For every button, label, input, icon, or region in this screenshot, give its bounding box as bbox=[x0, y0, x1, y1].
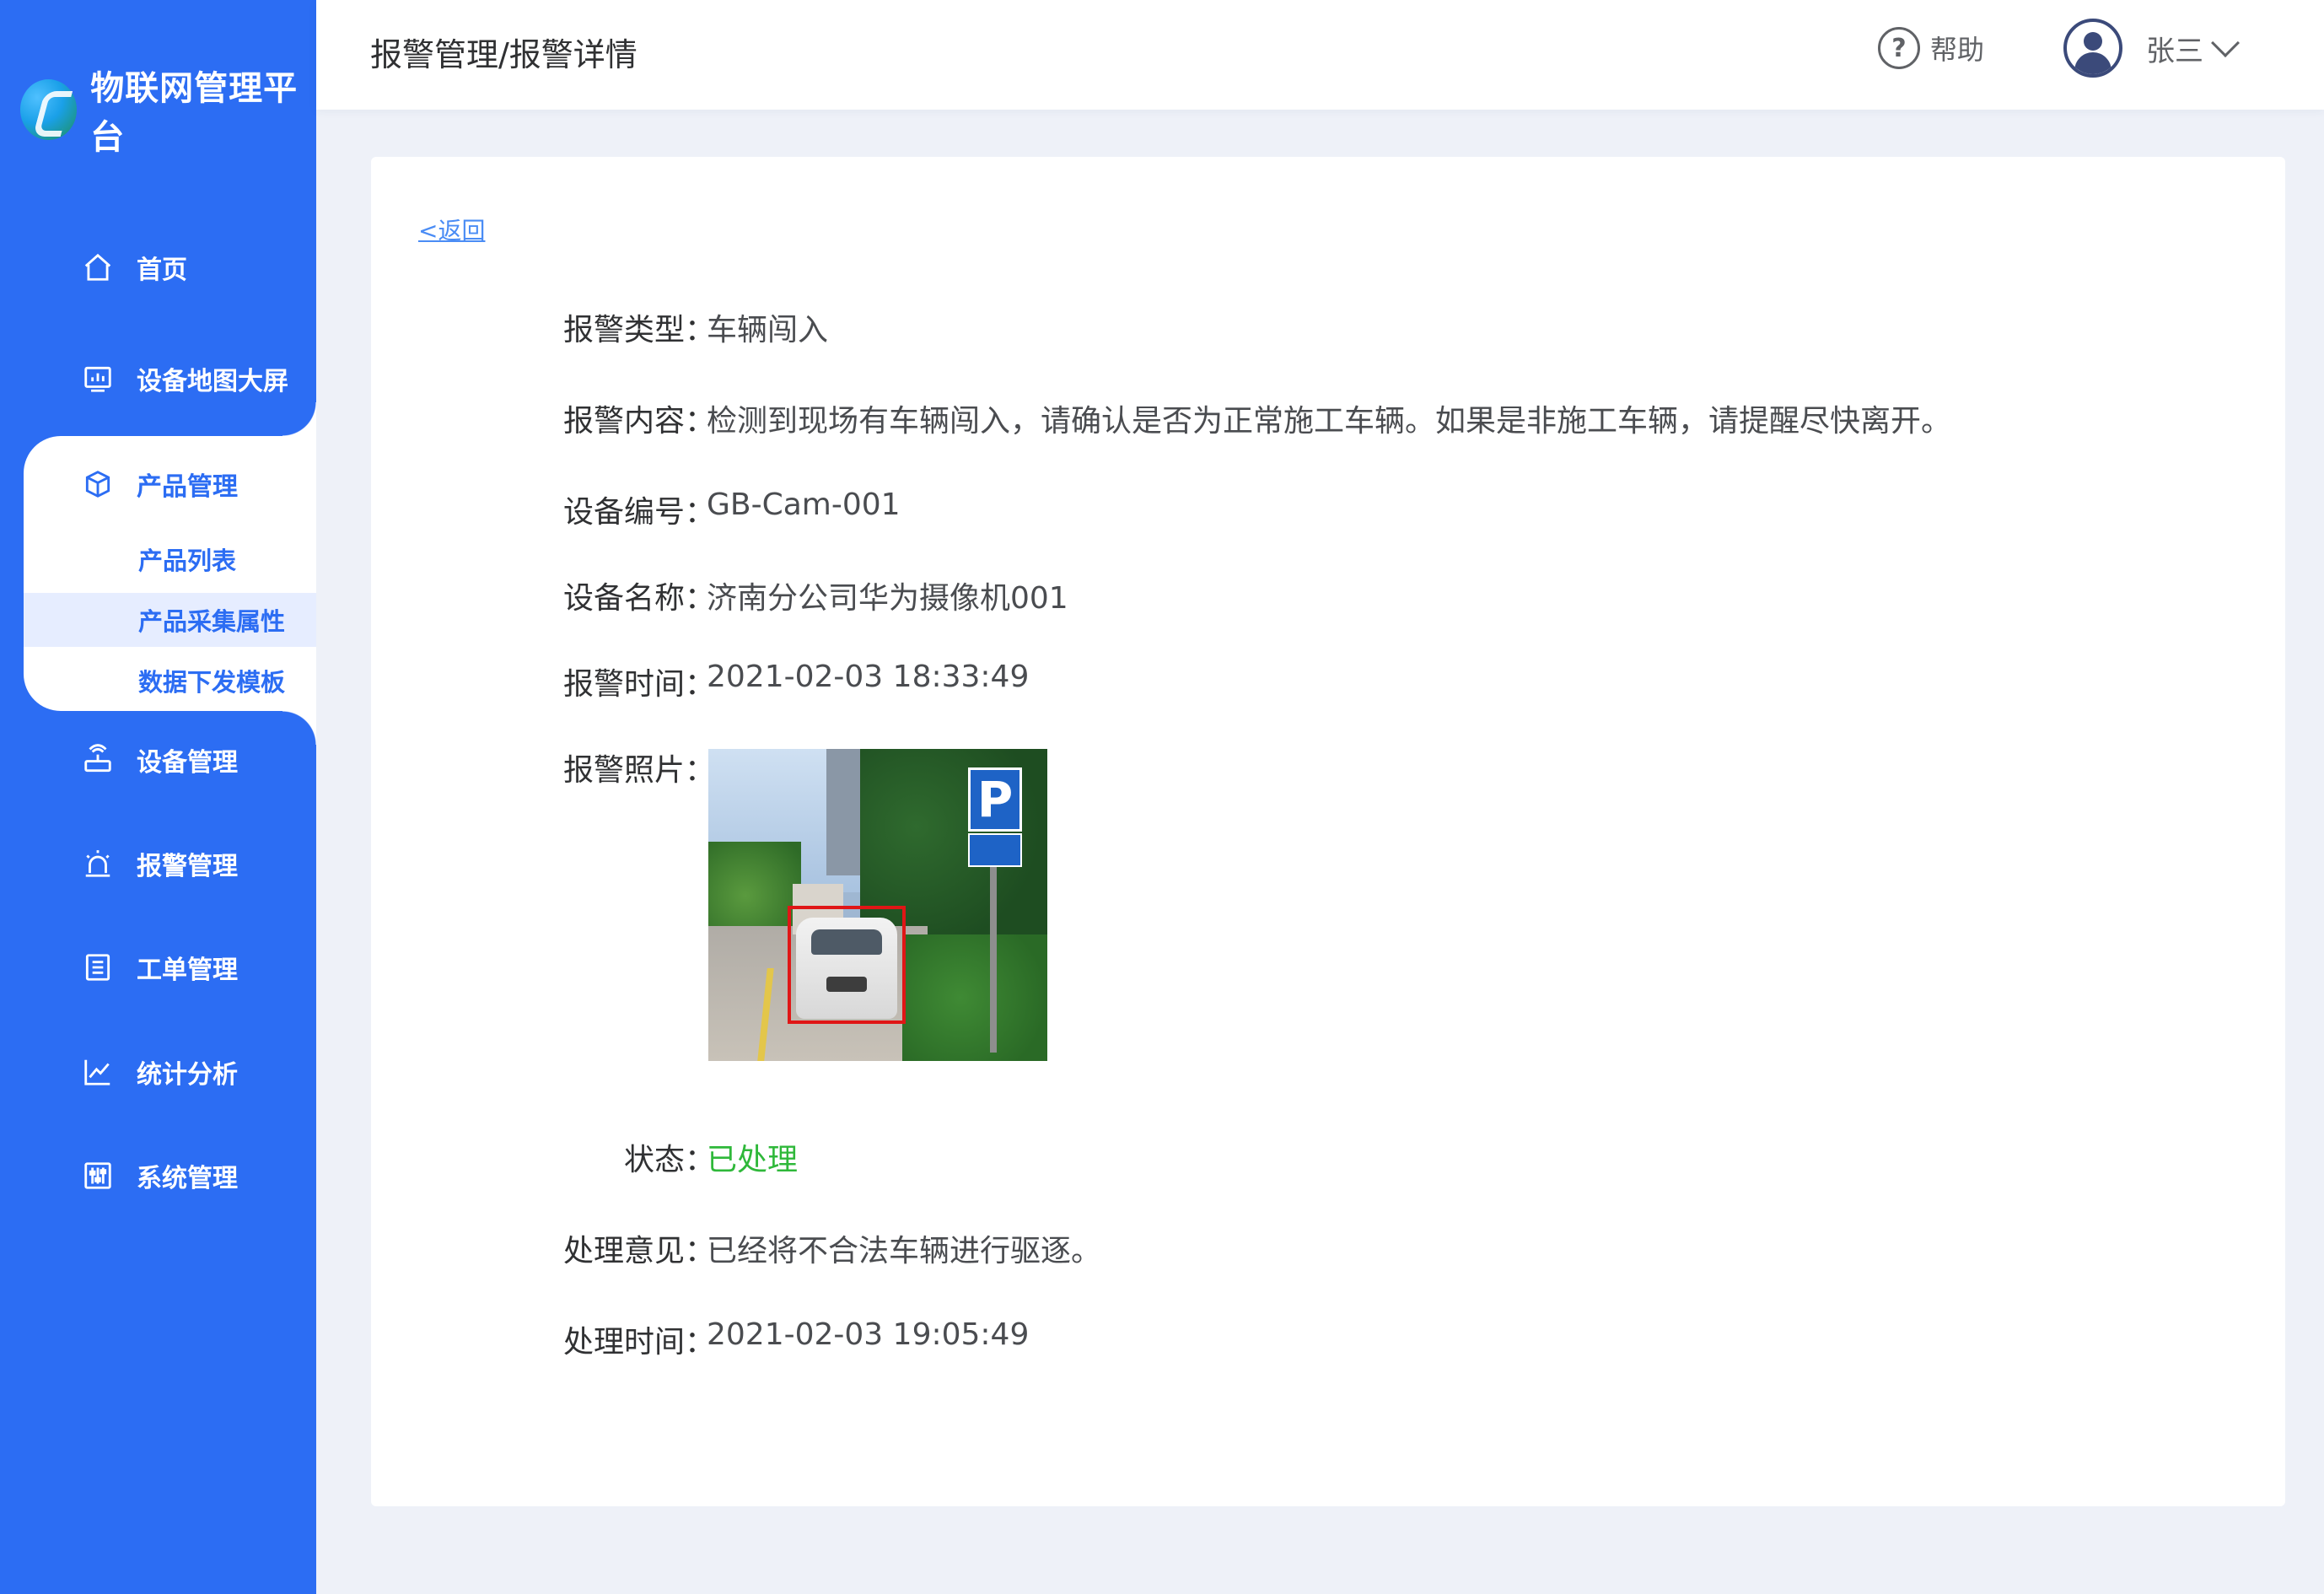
router-icon bbox=[81, 743, 115, 777]
field-colon: ： bbox=[685, 404, 716, 439]
field-handle-opinion: 处理意见 ： 已经将不合法车辆进行驱逐。 bbox=[371, 1226, 1101, 1270]
field-label: 设备名称 bbox=[562, 581, 685, 616]
sidebar-item-device-map[interactable]: 设备地图大屏 bbox=[0, 341, 316, 417]
field-value: 2021-02-03 19:05:49 bbox=[707, 1317, 1030, 1352]
back-link[interactable]: <返回 bbox=[418, 213, 485, 246]
sidebar: 物联网管理平台 首页 设备地图大屏 产品管理 产品列表 产品采集属性 数据下发模… bbox=[0, 0, 316, 1594]
sidebar-item-label: 报警管理 bbox=[137, 852, 238, 881]
sidebar-subitem-data-template[interactable]: 数据下发模板 bbox=[24, 654, 316, 708]
field-label: 报警内容 bbox=[562, 404, 685, 439]
field-colon: ： bbox=[685, 313, 716, 347]
brand[interactable]: 物联网管理平台 bbox=[20, 61, 316, 159]
list-icon bbox=[81, 950, 115, 984]
home-icon bbox=[81, 250, 115, 284]
sidebar-subitem-label: 产品采集属性 bbox=[138, 607, 286, 636]
field-device-id: 设备编号 ： GB-Cam-001 bbox=[371, 487, 901, 531]
sidebar-subitem-label: 数据下发模板 bbox=[138, 668, 286, 697]
sidebar-subitem-product-attributes[interactable]: 产品采集属性 bbox=[24, 593, 316, 647]
field-label: 设备编号 bbox=[562, 495, 685, 530]
field-label: 状态 bbox=[623, 1143, 685, 1177]
sidebar-subitem-product-list[interactable]: 产品列表 bbox=[24, 532, 316, 586]
cube-icon bbox=[81, 467, 115, 501]
sidebar-item-label: 设备管理 bbox=[137, 748, 238, 778]
brand-name: 物联网管理平台 bbox=[90, 69, 299, 157]
alarm-detail-card: <返回 报警类型 ： 车辆闯入 报警内容 ： 检测到现场有车辆闯入，请确认是否为… bbox=[371, 157, 2285, 1506]
sidebar-item-system[interactable]: 系统管理 bbox=[0, 1138, 316, 1214]
sidebar-item-label: 工单管理 bbox=[137, 956, 238, 985]
app-root: 物联网管理平台 首页 设备地图大屏 产品管理 产品列表 产品采集属性 数据下发模… bbox=[0, 0, 2324, 1594]
top-header: 报警管理/报警详情 ? 帮助 张三 bbox=[316, 0, 2324, 110]
field-label: 处理意见 bbox=[562, 1234, 685, 1268]
field-value: 济南分公司华为摄像机001 bbox=[707, 581, 1068, 616]
sidebar-item-label: 首页 bbox=[137, 256, 187, 285]
field-value: GB-Cam-001 bbox=[707, 487, 901, 522]
field-colon: ： bbox=[685, 667, 716, 702]
sliders-icon bbox=[81, 1159, 115, 1193]
sidebar-item-stats[interactable]: 统计分析 bbox=[0, 1034, 316, 1110]
field-value: 检测到现场有车辆闯入，请确认是否为正常施工车辆。如果是非施工车辆，请提醒尽快离开… bbox=[707, 404, 1952, 439]
field-colon: ： bbox=[685, 495, 716, 530]
user-name: 张三 bbox=[2146, 34, 2203, 68]
field-label: 报警照片 bbox=[562, 753, 685, 788]
status-badge: 已处理 bbox=[707, 1143, 799, 1177]
sidebar-item-label: 统计分析 bbox=[137, 1060, 238, 1090]
user-menu[interactable]: 张三 bbox=[2063, 19, 2240, 78]
field-colon: ： bbox=[685, 1234, 716, 1268]
field-alarm-time: 报警时间 ： 2021-02-03 18:33:49 bbox=[371, 660, 1029, 703]
sidebar-item-label: 设备地图大屏 bbox=[137, 367, 288, 396]
breadcrumb: 报警管理/报警详情 bbox=[370, 36, 637, 73]
dashboard-icon bbox=[81, 362, 115, 396]
sidebar-item-product[interactable]: 产品管理 bbox=[24, 455, 316, 514]
sidebar-item-label: 系统管理 bbox=[137, 1164, 238, 1193]
alarm-photo[interactable]: P bbox=[708, 749, 1047, 1061]
field-label: 处理时间 bbox=[562, 1325, 685, 1360]
sidebar-item-label: 产品管理 bbox=[137, 472, 238, 502]
field-value: 2021-02-03 18:33:49 bbox=[707, 660, 1030, 694]
sidebar-item-alarm[interactable]: 报警管理 bbox=[0, 826, 316, 902]
field-label: 报警时间 bbox=[562, 667, 685, 702]
sidebar-item-workorder[interactable]: 工单管理 bbox=[0, 929, 316, 1005]
field-label: 报警类型 bbox=[562, 313, 685, 347]
field-alarm-content: 报警内容 ： 检测到现场有车辆闯入，请确认是否为正常施工车辆。如果是非施工车辆，… bbox=[371, 396, 1951, 440]
field-alarm-photo: 报警照片 ： bbox=[371, 746, 716, 789]
sidebar-item-device[interactable]: 设备管理 bbox=[0, 722, 316, 798]
field-alarm-type: 报警类型 ： 车辆闯入 bbox=[371, 305, 828, 349]
help-label: 帮助 bbox=[1930, 34, 1985, 66]
field-status: 状态 ： 已处理 bbox=[371, 1135, 798, 1179]
parking-sign: P bbox=[968, 767, 1022, 832]
sidebar-item-home[interactable]: 首页 bbox=[0, 229, 316, 305]
field-value: 车辆闯入 bbox=[707, 313, 829, 347]
detection-box bbox=[788, 906, 906, 1024]
field-colon: ： bbox=[685, 753, 716, 788]
line-chart-icon bbox=[81, 1055, 115, 1089]
field-colon: ： bbox=[685, 1143, 716, 1177]
help-icon: ? bbox=[1878, 27, 1920, 69]
help-button[interactable]: ? 帮助 bbox=[1878, 27, 1984, 69]
brand-logo-icon bbox=[20, 79, 78, 140]
sidebar-group-product: 产品管理 产品列表 产品采集属性 数据下发模板 bbox=[24, 402, 316, 745]
field-handle-time: 处理时间 ： 2021-02-03 19:05:49 bbox=[371, 1317, 1029, 1361]
chevron-down-icon bbox=[2211, 29, 2240, 57]
alarm-icon bbox=[81, 847, 115, 880]
field-colon: ： bbox=[685, 1325, 716, 1360]
field-device-name: 设备名称 ： 济南分公司华为摄像机001 bbox=[371, 574, 1068, 617]
sidebar-subitem-label: 产品列表 bbox=[138, 547, 237, 575]
avatar bbox=[2063, 19, 2122, 78]
field-colon: ： bbox=[685, 581, 716, 616]
field-value: 已经将不合法车辆进行驱逐。 bbox=[707, 1234, 1102, 1268]
